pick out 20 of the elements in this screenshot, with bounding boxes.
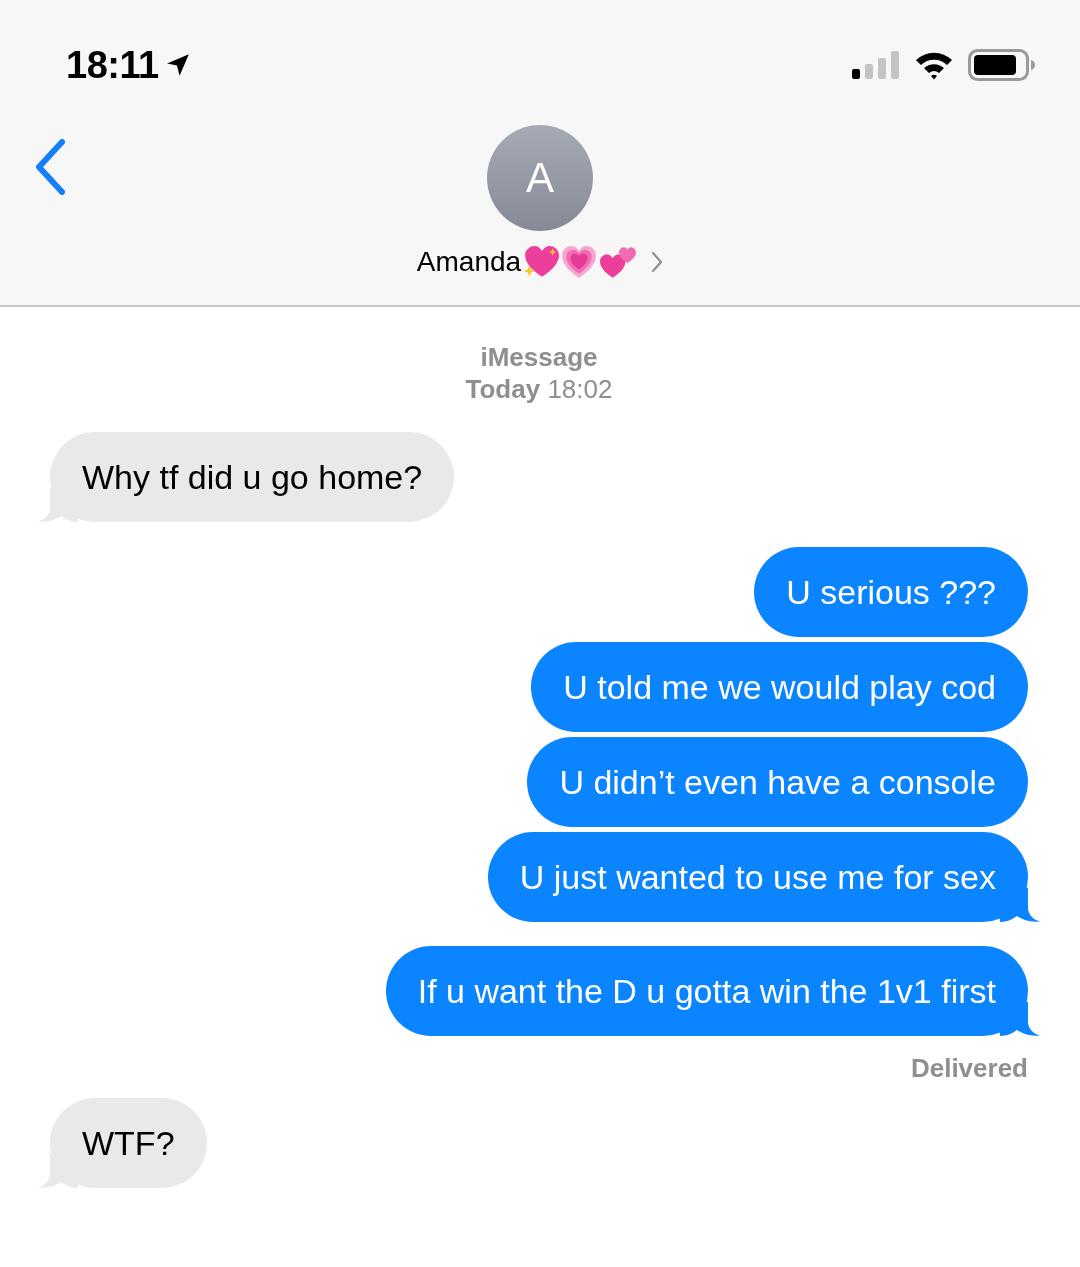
status-time: 18:11 [66,43,159,88]
two-hearts-icon [599,245,638,279]
signal-icon [852,51,900,79]
back-chevron-icon[interactable] [34,139,66,195]
sent-message-bubble: U just wanted to use me for sex [487,832,1028,922]
wifi-icon [914,50,954,80]
layered-heart-icon [561,245,598,279]
sent-message-bubble: U serious ??? [754,547,1028,637]
received-message-bubble: Why tf did u go home? [50,432,455,522]
sent-message-bubble: If u want the D u gotta win the 1v1 first [385,946,1028,1036]
contact-name[interactable]: Amanda [416,246,522,278]
received-message-bubble: WTF? [50,1098,207,1188]
timestamp: Today 18:02 [465,373,613,405]
delivery-status: Delivered [910,1052,1028,1084]
chevron-icon[interactable] [651,251,664,273]
service-label: iMessage [480,341,598,373]
sent-message-bubble: U told me we would play cod [531,642,1028,732]
battery-icon [968,49,1036,81]
sparkling-heart-icon [523,245,560,279]
sent-message-bubble: U didn’t even have a console [527,737,1028,827]
